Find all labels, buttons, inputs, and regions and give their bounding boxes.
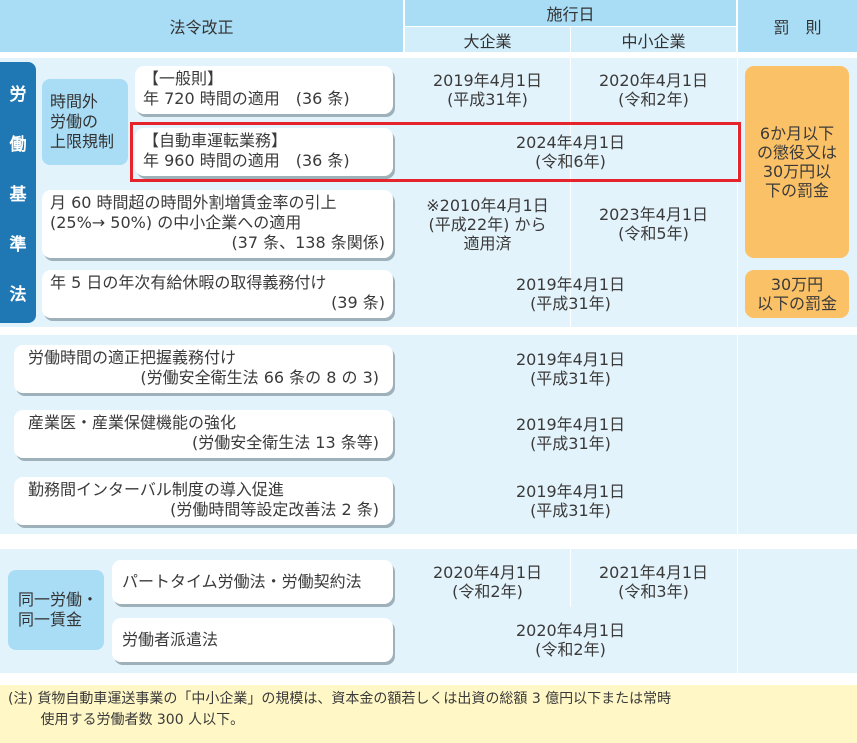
safety-line: 産業医・産業保健機能の強化 (28, 413, 237, 432)
parttime-large-date: 2020年4月1日 (令和2年) (405, 558, 570, 606)
date-era: (平成22年) から (428, 214, 547, 234)
date-line: 2019年4月1日 (515, 350, 626, 369)
overtime-label-line: 上限規制 (50, 132, 115, 151)
side-char: 労 (9, 85, 27, 106)
overtime-rate-line: 月 60 時間超の時間外割増賃金率の引上 (50, 193, 337, 212)
paid-leave-line: 年 5 日の年次有給休暇の取得義務付け (50, 273, 327, 292)
date-note: 適用済 (463, 233, 512, 253)
header-penalty-label: 罰 則 (773, 18, 822, 37)
parttime-law-card: パートタイム労働法・労働契約法 (112, 560, 393, 604)
dispatch-law-card: 労働者派遣法 (112, 618, 393, 662)
general-rule-large-date: 2019年4月1日 (平成31年) (405, 66, 570, 114)
safety-line: 労働時間の適正把握義務付け (28, 348, 237, 367)
header-large-label: 大企業 (463, 31, 512, 51)
safety-line: 勤務間インターバル制度の導入促進 (28, 480, 284, 499)
penalty-line: 30万円以 (762, 162, 832, 181)
penalty-imprisonment-box: 6か月以下 の懲役又は 30万円以 下の罰金 (745, 66, 849, 258)
driving-highlight-frame (130, 122, 741, 182)
date-era: (令和2年) (535, 640, 606, 659)
paid-leave-date: 2019年4月1日 (平成31年) (405, 270, 736, 318)
general-rule-card: 【一般則】 年 720 時間の適用 (36 条) (135, 66, 393, 114)
footnote: (注) 貨物自動車運送事業の「中小企業」の規模は、資本金の額若しくは出資の総額 … (0, 685, 857, 743)
paid-leave-line: (39 条) (331, 293, 385, 312)
safety-line: (労働安全衛生法 66 条の 8 の 3) (140, 368, 379, 387)
paid-leave-card: 年 5 日の年次有給休暇の取得義務付け (39 条) (42, 270, 393, 318)
overtime-rate-line: (37 条、138 条関係) (231, 233, 385, 252)
overtime-rate-sme-date: 2023年4月1日 (令和5年) (571, 192, 736, 256)
work-interval-date: 2019年4月1日 (平成31年) (405, 477, 736, 525)
equal-pay-label-line: 同一賃金 (18, 610, 83, 629)
general-rule-detail: 年 720 時間の適用 (36 条) (143, 89, 350, 108)
header-effective-date: 施行日 (405, 0, 736, 26)
footnote-line: 使用する労働者数 300 人以下。 (8, 712, 245, 728)
side-char: 準 (9, 234, 27, 255)
parttime-law-title: パートタイム労働法・労働契約法 (122, 572, 362, 591)
labor-standards-side-label: 労 働 基 準 法 (0, 62, 36, 323)
occupational-physician-date: 2019年4月1日 (平成31年) (405, 410, 736, 458)
date-era: (令和2年) (618, 90, 689, 109)
date-era: (平成31年) (530, 294, 611, 313)
date-line: 2023年4月1日 (598, 205, 709, 224)
working-hours-record-card: 労働時間の適正把握義務付け (労働安全衛生法 66 条の 8 の 3) (14, 345, 393, 393)
penalty-line: 下の罰金 (764, 181, 829, 200)
overtime-label-line: 労働の (50, 112, 99, 131)
general-rule-title: 【一般則】 (143, 69, 224, 88)
date-line: 2019年4月1日 (515, 482, 626, 501)
penalty-line: 30万円 (770, 275, 824, 294)
safety-line: (労働安全衛生法 13 条等) (191, 433, 379, 452)
date-line: ※2010年4月1日 (426, 195, 549, 215)
overtime-label-line: 時間外 (50, 92, 99, 111)
general-rule-sme-date: 2020年4月1日 (令和2年) (571, 66, 736, 114)
date-line: 2019年4月1日 (432, 71, 543, 90)
footnote-line: (注) 貨物自動車運送事業の「中小企業」の規模は、資本金の額若しくは出資の総額 … (8, 691, 672, 707)
header-law-label: 法令改正 (169, 18, 234, 37)
side-char: 法 (9, 284, 27, 305)
header-sme-label: 中小企業 (621, 31, 686, 51)
safety-line: (労働時間等設定改善法 2 条) (170, 500, 379, 519)
equal-pay-label-line: 同一労働・ (18, 590, 99, 609)
equal-pay-label: 同一労働・ 同一賃金 (8, 570, 104, 650)
date-line: 2019年4月1日 (515, 275, 626, 294)
date-line: 2020年4月1日 (515, 621, 626, 640)
penalty-line: 以下の罰金 (756, 294, 837, 313)
working-hours-record-date: 2019年4月1日 (平成31年) (405, 345, 736, 393)
overtime-rate-card: 月 60 時間超の時間外割増賃金率の引上 (25%→ 50%) の中小企業への適… (42, 190, 393, 258)
penalty-line: の懲役又は (756, 143, 837, 162)
header-penalty: 罰 則 (738, 0, 857, 52)
header-large-company: 大企業 (405, 27, 570, 52)
date-era: (令和2年) (452, 582, 523, 601)
dispatch-date: 2020年4月1日 (令和2年) (405, 616, 736, 664)
date-line: 2019年4月1日 (515, 415, 626, 434)
date-era: (令和3年) (618, 582, 689, 601)
header-law: 法令改正 (0, 0, 403, 52)
work-interval-card: 勤務間インターバル制度の導入促進 (労働時間等設定改善法 2 条) (14, 477, 393, 525)
date-era: (平成31年) (530, 501, 611, 520)
overtime-rate-large-date: ※2010年4月1日 (平成22年) から 適用済 (405, 192, 570, 256)
date-era: (平成31年) (530, 369, 611, 388)
occupational-physician-card: 産業医・産業保健機能の強化 (労働安全衛生法 13 条等) (14, 410, 393, 458)
side-char: 基 (9, 184, 27, 205)
dispatch-law-title: 労働者派遣法 (122, 630, 219, 649)
penalty-fine-box: 30万円 以下の罰金 (745, 270, 849, 318)
date-era: (平成31年) (447, 90, 528, 109)
header-effective-date-label: 施行日 (546, 5, 595, 24)
date-line: 2020年4月1日 (598, 71, 709, 90)
parttime-sme-date: 2021年4月1日 (令和3年) (571, 558, 736, 606)
date-line: 2021年4月1日 (598, 563, 709, 582)
date-era: (令和5年) (618, 224, 689, 243)
date-line: 2020年4月1日 (432, 563, 543, 582)
overtime-limit-label: 時間外 労働の 上限規制 (42, 79, 128, 165)
overtime-rate-line: (25%→ 50%) の中小企業への適用 (50, 213, 302, 232)
penalty-line: 6か月以下 (759, 124, 835, 143)
side-char: 働 (9, 135, 27, 156)
header-sme: 中小企業 (571, 27, 736, 52)
date-era: (平成31年) (530, 434, 611, 453)
